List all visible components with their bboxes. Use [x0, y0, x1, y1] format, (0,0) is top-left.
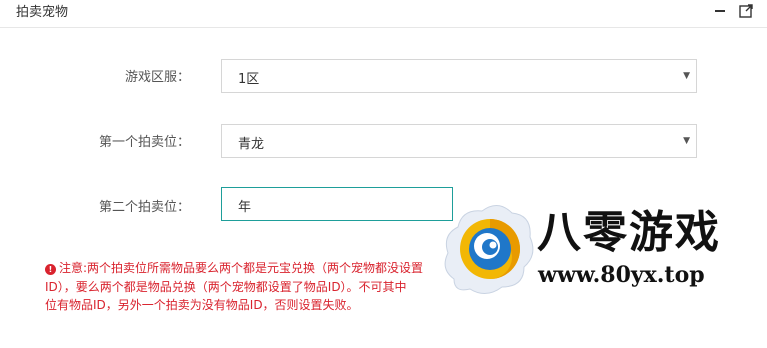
- exclamation-icon: !: [45, 264, 56, 275]
- watermark-url: www.80yx.top: [538, 262, 705, 288]
- warning-line-2: ID），要么两个都是物品兑换（两个宠物都设置了物品ID）。不可其中: [45, 279, 407, 294]
- slot1-select-value: 青龙: [238, 137, 265, 152]
- slot2-label: 第二个拍卖位：: [98, 200, 190, 215]
- slot2-input[interactable]: 年: [221, 187, 453, 221]
- dropdown-arrow-icon: ▼: [683, 71, 690, 81]
- minimize-icon[interactable]: [712, 3, 728, 19]
- panel-header: 拍卖宠物: [0, 0, 767, 28]
- slot2-input-value: 年: [238, 200, 252, 215]
- warning-note: ! 注意:两个拍卖位所需物品要么两个都是元宝兑换（两个宠物都没设置 ID），要么两…: [45, 259, 455, 315]
- expand-icon[interactable]: [738, 3, 754, 19]
- watermark: 八零游戏 www.80yx.top: [440, 195, 767, 305]
- server-label: 游戏区服：: [124, 70, 190, 85]
- warning-line-1: ! 注意:两个拍卖位所需物品要么两个都是元宝兑换（两个宠物都没设置: [45, 259, 455, 278]
- server-select[interactable]: 1区 ▼: [221, 59, 697, 93]
- watermark-title: 八零游戏: [537, 207, 721, 258]
- panel-title: 拍卖宠物: [16, 5, 69, 20]
- dropdown-arrow-icon: ▼: [683, 136, 690, 146]
- warning-line-3: 位有物品ID，另外一个拍卖为没有物品ID，否则设置失败。: [45, 298, 359, 312]
- server-select-value: 1区: [238, 72, 260, 87]
- slot1-select[interactable]: 青龙 ▼: [221, 124, 697, 158]
- slot1-label: 第一个拍卖位：: [98, 135, 190, 150]
- swirl-logo-icon: [444, 205, 534, 294]
